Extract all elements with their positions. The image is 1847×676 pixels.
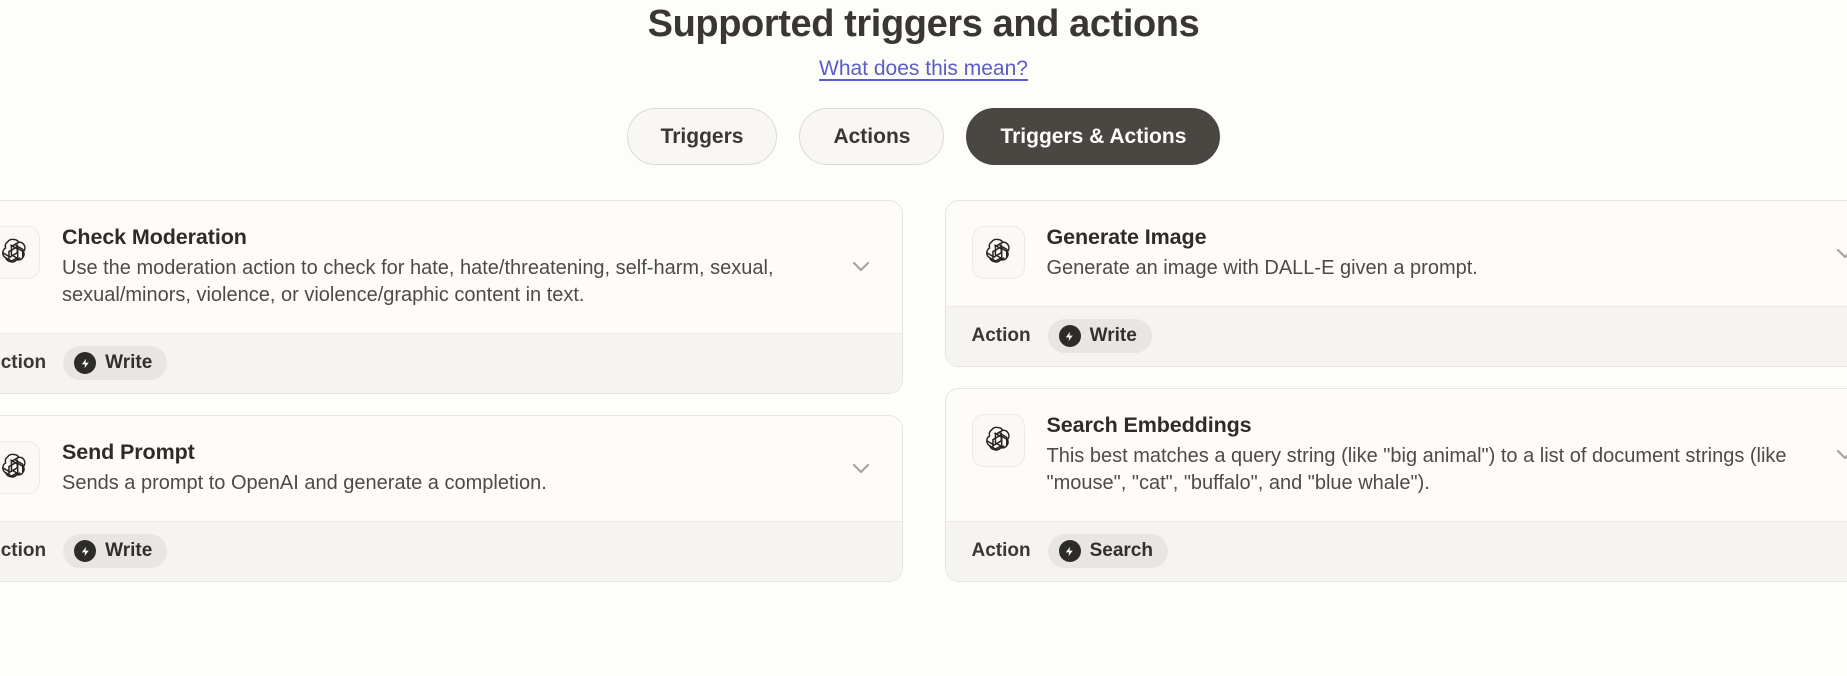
what-does-this-mean-link[interactable]: What does this mean? <box>819 57 1028 80</box>
cards-columns: Check Moderation Use the moderation acti… <box>0 200 1847 582</box>
filter-pill-triggers[interactable]: Triggers <box>626 108 778 165</box>
bolt-icon <box>74 540 97 562</box>
card-body: Generate Image Generate an image with DA… <box>946 201 1847 306</box>
chevron-down-icon[interactable] <box>846 453 876 483</box>
card-search-embeddings[interactable]: Search Embeddings This best matches a qu… <box>944 388 1847 582</box>
bolt-icon <box>1058 325 1081 347</box>
openai-logo-icon <box>971 414 1025 467</box>
type-badge[interactable]: Write <box>63 534 168 568</box>
card-body: Check Moderation Use the moderation acti… <box>0 201 902 333</box>
badge-label: Write <box>105 352 153 373</box>
chevron-down-icon[interactable] <box>1830 238 1847 268</box>
type-badge[interactable]: Write <box>1047 319 1152 353</box>
card-description: This best matches a query string (like "… <box>1046 445 1787 494</box>
card-text: Send Prompt Sends a prompt to OpenAI and… <box>62 438 814 497</box>
card-generate-image[interactable]: Generate Image Generate an image with DA… <box>944 200 1847 367</box>
help-link-container: What does this mean? <box>0 57 1847 81</box>
filter-pill-triggers-and-actions[interactable]: Triggers & Actions <box>966 108 1221 165</box>
badge-label: Write <box>1089 325 1137 346</box>
badge-label: Search <box>1089 540 1153 561</box>
footer-label: Action <box>971 540 1031 561</box>
type-badge[interactable]: Search <box>1047 534 1168 568</box>
bolt-icon <box>74 352 97 374</box>
card-footer: Action Write <box>945 306 1847 366</box>
chevron-down-icon[interactable] <box>846 251 876 281</box>
card-body: Search Embeddings This best matches a qu… <box>946 389 1847 521</box>
card-title: Generate Image <box>1046 225 1207 249</box>
card-text: Generate Image Generate an image with DA… <box>1047 223 1799 282</box>
card-title: Check Moderation <box>62 225 247 249</box>
card-footer: Action Search <box>945 521 1847 581</box>
card-description: Use the moderation action to check for h… <box>62 257 774 306</box>
filter-pill-group: Triggers Actions Triggers & Actions <box>0 108 1847 165</box>
card-footer: Action Write <box>0 333 902 393</box>
card-description: Sends a prompt to OpenAI and generate a … <box>62 472 547 494</box>
card-title: Search Embeddings <box>1046 413 1252 437</box>
card-text: Search Embeddings This best matches a qu… <box>1047 411 1799 497</box>
openai-logo-icon <box>0 441 40 494</box>
chevron-down-icon[interactable] <box>1830 439 1847 469</box>
card-check-moderation[interactable]: Check Moderation Use the moderation acti… <box>0 200 903 394</box>
badge-label: Write <box>105 540 153 561</box>
footer-label: Action <box>971 325 1031 346</box>
bolt-icon <box>1058 540 1081 562</box>
card-send-prompt[interactable]: Send Prompt Sends a prompt to OpenAI and… <box>0 415 903 582</box>
type-badge[interactable]: Write <box>63 346 168 380</box>
card-footer: Action Write <box>0 521 902 581</box>
card-description: Generate an image with DALL-E given a pr… <box>1046 257 1478 279</box>
filter-pill-actions[interactable]: Actions <box>799 108 945 165</box>
footer-label: Action <box>0 352 47 373</box>
card-body: Send Prompt Sends a prompt to OpenAI and… <box>0 416 902 521</box>
footer-label: Action <box>0 540 47 561</box>
card-title: Send Prompt <box>62 440 195 464</box>
openai-logo-icon <box>0 226 40 279</box>
right-column: Generate Image Generate an image with DA… <box>944 200 1847 582</box>
page-title: Supported triggers and actions <box>647 3 1200 45</box>
card-text: Check Moderation Use the moderation acti… <box>62 223 814 309</box>
left-column: Check Moderation Use the moderation acti… <box>0 200 903 582</box>
openai-logo-icon <box>971 226 1025 279</box>
